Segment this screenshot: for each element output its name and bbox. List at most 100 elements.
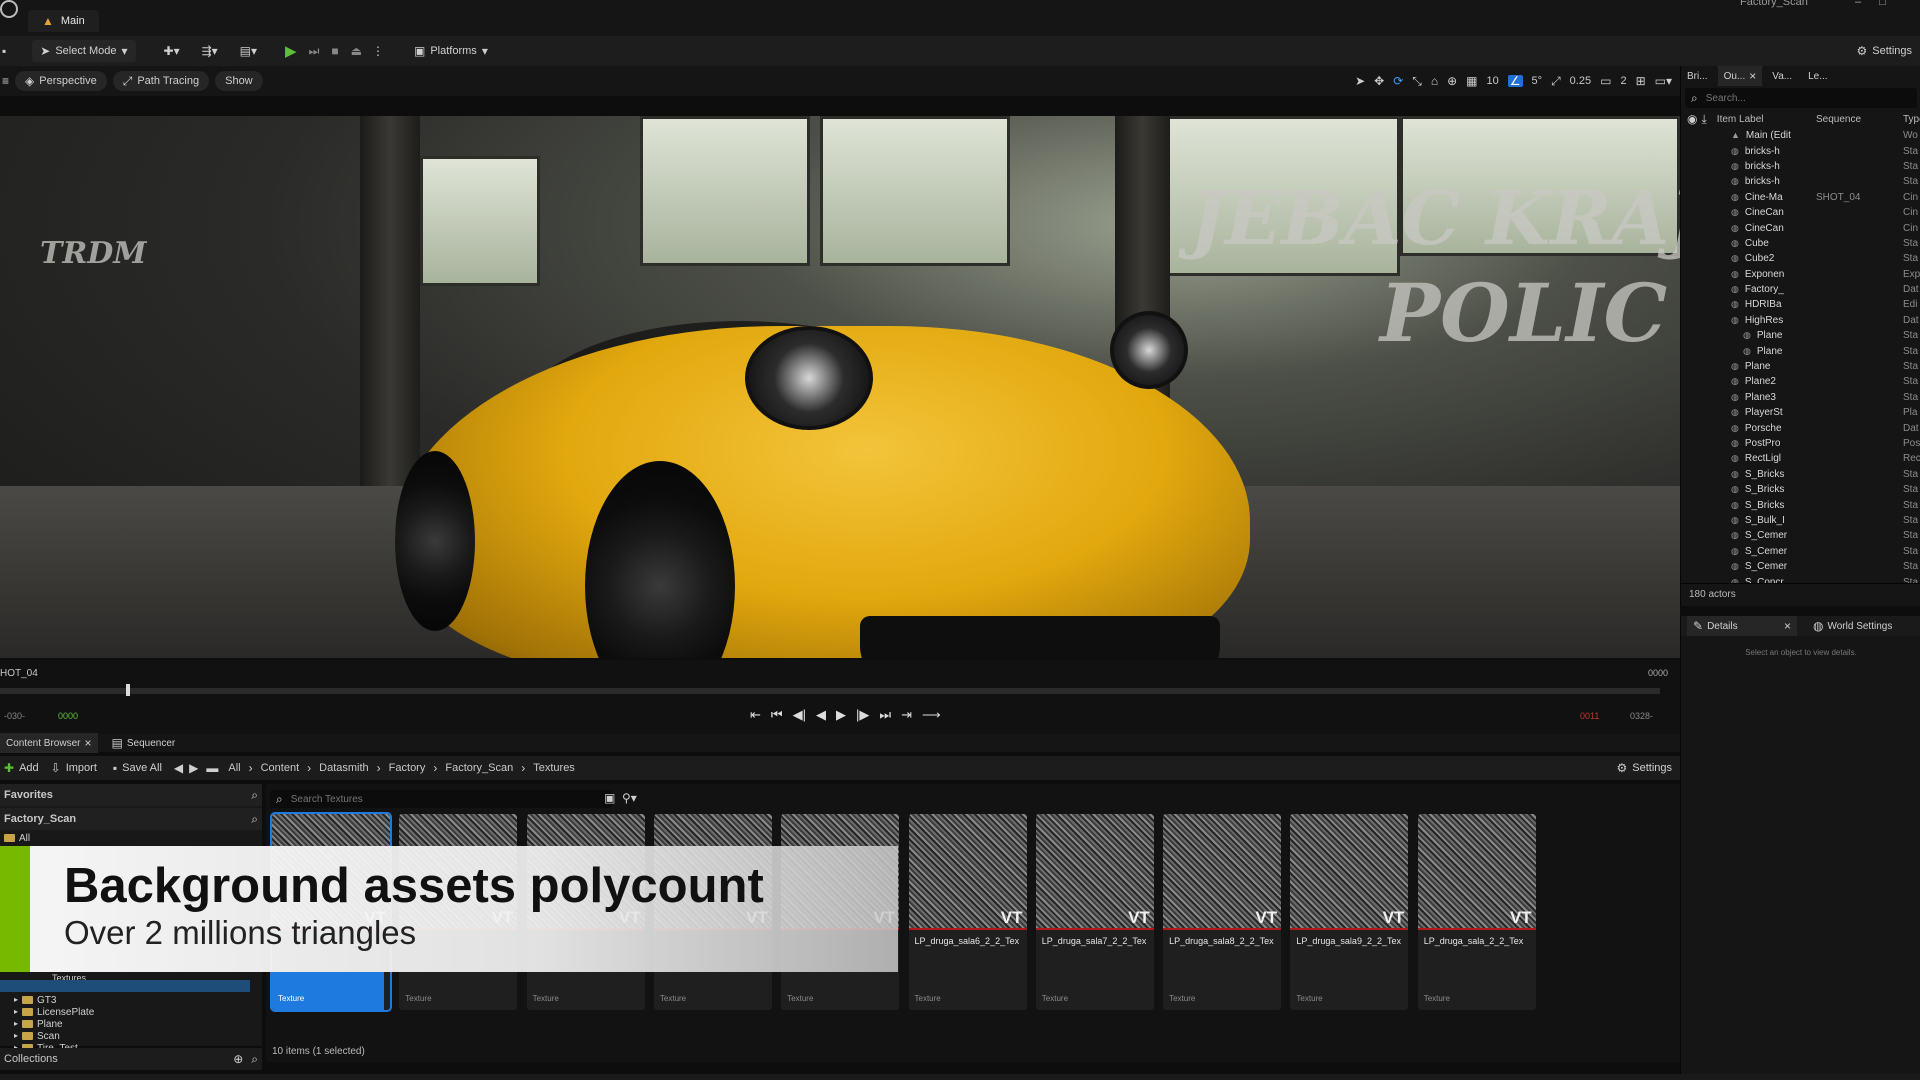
- cinematics-icon[interactable]: ▤▾: [240, 45, 257, 57]
- col-type[interactable]: Type: [1903, 114, 1920, 125]
- grid-snap-icon[interactable]: ▦: [1466, 75, 1477, 87]
- step-icon[interactable]: ⏭: [309, 45, 320, 57]
- breadcrumb-item[interactable]: Datasmith: [319, 762, 369, 774]
- outliner-row[interactable]: ◍ S_Concr Sta: [1681, 574, 1920, 583]
- play-icon[interactable]: ▶: [285, 44, 297, 59]
- surface-snap-icon[interactable]: ⊕: [1447, 75, 1457, 87]
- collections-header[interactable]: Collections ⊕ ⌕: [0, 1048, 262, 1070]
- level-viewport[interactable]: JEBAC KRAJ POLIC TRDM: [0, 116, 1680, 658]
- outliner-row[interactable]: ◍ Exponen Exp: [1681, 267, 1920, 282]
- more-options-icon[interactable]: ⋮: [372, 45, 384, 57]
- visibility-icon[interactable]: ◉: [1687, 113, 1697, 125]
- go-to-start-icon[interactable]: ⇤: [750, 707, 761, 723]
- add-button[interactable]: ✚ Add: [0, 757, 43, 779]
- outliner-row[interactable]: ◍ Cine-Ma SHOT_04 Cin: [1681, 190, 1920, 205]
- texture-asset-tile[interactable]: VT LP_druga_sala9_2_2_Tex Texture: [1290, 814, 1409, 1010]
- maximize-icon[interactable]: □: [1879, 0, 1886, 8]
- tab-details[interactable]: ✎ Details ×: [1687, 616, 1797, 636]
- search-icon[interactable]: ⌕: [251, 813, 258, 825]
- history-forward-icon[interactable]: ▶: [189, 762, 198, 774]
- show-button[interactable]: Show: [215, 71, 263, 91]
- outliner-row[interactable]: ◍ HDRIBa Edi: [1681, 297, 1920, 312]
- outliner-row[interactable]: ◍ S_Bricks Sta: [1681, 497, 1920, 512]
- camera-speed-icon[interactable]: ▭: [1600, 75, 1611, 87]
- tree-item-folder[interactable]: ▸ GT3: [14, 994, 94, 1006]
- outliner-row[interactable]: ◍ Plane2 Sta: [1681, 374, 1920, 389]
- save-search-icon[interactable]: ▣: [604, 792, 615, 804]
- playhead[interactable]: [126, 684, 130, 696]
- save-all-button[interactable]: ▪ Save All: [105, 757, 170, 779]
- pin-icon[interactable]: ⤓: [1701, 113, 1706, 125]
- add-collection-icon[interactable]: ⊕: [233, 1053, 243, 1065]
- loop-icon[interactable]: ⟶: [922, 707, 941, 723]
- breadcrumb-item[interactable]: All: [228, 762, 240, 774]
- minimize-icon[interactable]: –: [1855, 0, 1861, 8]
- tab-levels[interactable]: Le...: [1802, 66, 1833, 86]
- outliner-row[interactable]: ◍ S_Cemer Sta: [1681, 528, 1920, 543]
- save-icon[interactable]: ▪: [2, 45, 6, 57]
- outliner-row[interactable]: ◍ PostPro Pos: [1681, 436, 1920, 451]
- scale-tool-icon[interactable]: ⤡: [1412, 75, 1422, 87]
- stop-icon[interactable]: ■: [331, 45, 338, 57]
- select-mode-dropdown[interactable]: ➤ Select Mode ▾: [32, 40, 136, 62]
- angle-snap-icon[interactable]: ∠: [1507, 75, 1523, 87]
- step-back-icon[interactable]: ◀|: [793, 707, 806, 723]
- expand-arrow-icon[interactable]: ▸: [14, 1032, 18, 1040]
- col-item-label[interactable]: Item Label: [1717, 114, 1764, 125]
- rotate-tool-icon[interactable]: ⟳: [1393, 75, 1403, 87]
- path-tracing-button[interactable]: ⤢ Path Tracing: [112, 71, 210, 91]
- outliner-row[interactable]: ◍ S_Cemer Sta: [1681, 544, 1920, 559]
- outliner-row[interactable]: ◍ CineCan Cin: [1681, 220, 1920, 235]
- breadcrumb-item[interactable]: Content: [261, 762, 300, 774]
- outliner-row[interactable]: ◍ Cube2 Sta: [1681, 251, 1920, 266]
- select-tool-icon[interactable]: ➤: [1355, 75, 1365, 87]
- outliner-row[interactable]: ◍ bricks-h Sta: [1681, 159, 1920, 174]
- texture-search[interactable]: ⌕: [270, 790, 612, 808]
- outliner-row[interactable]: ◍ Plane Sta: [1681, 359, 1920, 374]
- outliner-row[interactable]: ◍ S_Cemer Sta: [1681, 559, 1920, 574]
- tree-item-folder[interactable]: ▸ Scan: [14, 1030, 94, 1042]
- step-forward-icon[interactable]: |▶: [856, 707, 869, 723]
- tree-item-all[interactable]: All: [0, 832, 262, 844]
- perspective-button[interactable]: ◈ Perspective: [15, 71, 107, 91]
- next-key-icon[interactable]: ⏭: [879, 707, 891, 723]
- breadcrumb-item[interactable]: Factory_Scan: [445, 762, 513, 774]
- texture-asset-tile[interactable]: VT LP_druga_sala6_2_2_Tex Texture: [908, 814, 1027, 1010]
- texture-asset-tile[interactable]: VT LP_druga_sala_2_2_Tex Texture: [1417, 814, 1536, 1010]
- toolbar-settings-button[interactable]: ⚙ Settings: [1848, 40, 1920, 62]
- tab-content-browser[interactable]: Content Browser ×: [0, 733, 98, 753]
- eject-icon[interactable]: ⏏: [351, 45, 362, 57]
- outliner-row[interactable]: ◍ S_Bulk_I Sta: [1681, 513, 1920, 528]
- outliner-row[interactable]: ◍ CineCan Cin: [1681, 205, 1920, 220]
- col-sequence[interactable]: Sequence: [1816, 114, 1861, 125]
- outliner-row[interactable]: ◍ bricks-h Sta: [1681, 143, 1920, 158]
- filter-icon[interactable]: ⚲▾: [622, 792, 637, 804]
- viewport-options-icon[interactable]: ▭▾: [1655, 75, 1672, 87]
- scale-snap-icon[interactable]: ⤢: [1551, 75, 1561, 87]
- breadcrumb-item[interactable]: Textures: [533, 762, 575, 774]
- outliner-row[interactable]: ▲ Main (Edit Wo: [1681, 128, 1920, 143]
- go-to-end-icon[interactable]: ⇥: [901, 707, 912, 723]
- tree-item-folder[interactable]: ▸ Plane: [14, 1018, 94, 1030]
- outliner-row[interactable]: ◍ RectLigl Rec: [1681, 451, 1920, 466]
- platforms-dropdown[interactable]: ▣ Platforms ▾: [406, 40, 496, 62]
- outliner-row[interactable]: ◍ Plane3 Sta: [1681, 390, 1920, 405]
- close-icon[interactable]: ×: [84, 737, 91, 749]
- tab-sequencer[interactable]: ▤ Sequencer: [106, 733, 182, 753]
- outliner-row[interactable]: ◍ Cube Sta: [1681, 236, 1920, 251]
- world-icon[interactable]: ⌂: [1431, 75, 1438, 87]
- outliner-row[interactable]: ◍ Porsche Dat: [1681, 420, 1920, 435]
- outliner-row[interactable]: ◍ S_Bricks Sta: [1681, 467, 1920, 482]
- content-settings-button[interactable]: ⚙ Settings: [1608, 757, 1680, 779]
- favorites-header[interactable]: Favorites ⌕: [0, 784, 262, 806]
- move-tool-icon[interactable]: ✥: [1374, 75, 1384, 87]
- outliner-row[interactable]: ◍ HighRes Dat: [1681, 313, 1920, 328]
- angle-snap-value[interactable]: 5°: [1532, 75, 1543, 87]
- expand-arrow-icon[interactable]: ▸: [14, 996, 18, 1004]
- layout-icon[interactable]: ⊞: [1636, 75, 1646, 87]
- camera-speed-value[interactable]: 2: [1620, 75, 1626, 87]
- scale-snap-value[interactable]: 0.25: [1570, 75, 1591, 87]
- outliner-search[interactable]: ⌕: [1685, 88, 1917, 108]
- play-icon[interactable]: ▶: [836, 707, 846, 723]
- expand-arrow-icon[interactable]: ▸: [14, 1008, 18, 1016]
